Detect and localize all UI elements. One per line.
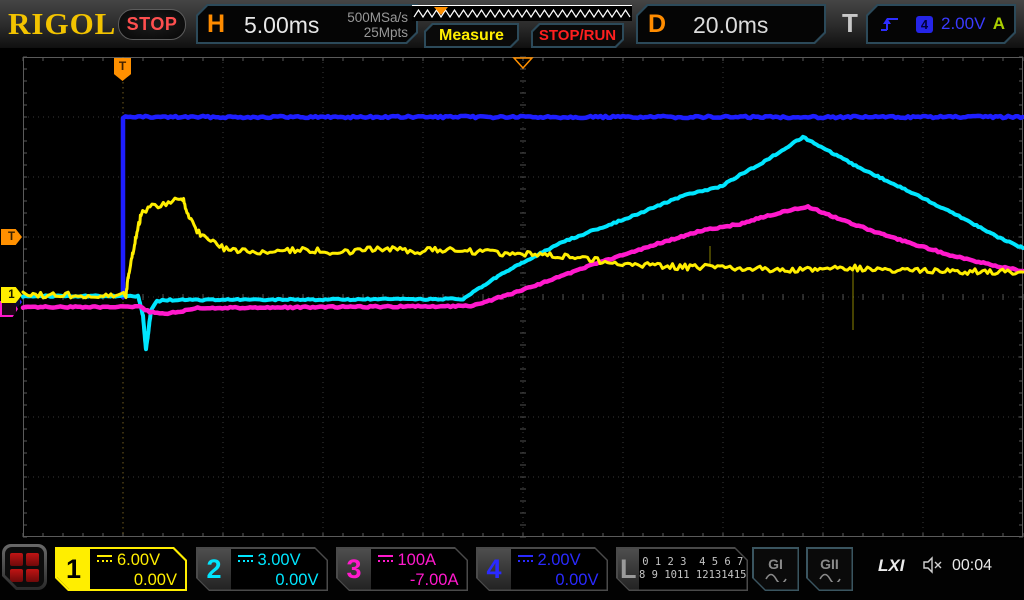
trigger-panel[interactable]: 4 2.00V A (866, 4, 1016, 44)
waveform-plot (0, 0, 1024, 600)
channel3-offset: -7.00A (378, 571, 459, 590)
trigger-level-value: 2.00V (941, 14, 985, 34)
logic-channels-row2: 8 9 1011 12131415 (639, 569, 746, 582)
dc-coupling-icon (378, 555, 393, 566)
channel2-box[interactable]: 2 3.00V 0.00V (196, 547, 328, 591)
horizontal-label: H (207, 10, 225, 39)
channel3-box[interactable]: 3 100A -7.00A (336, 547, 468, 591)
delay-panel[interactable]: D 20.0ms (636, 4, 826, 44)
generator1-button[interactable]: GI (752, 547, 799, 591)
channel3-scale: 100A (398, 551, 437, 570)
speaker-muted-icon[interactable] (922, 556, 944, 574)
sine-wave-icon (819, 572, 841, 582)
generator1-label: GI (768, 557, 783, 572)
oscilloscope-screen: T 1 T RIGOL STOP H 5.00ms 500MSa/s 25Mpt… (0, 0, 1024, 600)
channel1-offset: 0.00V (97, 571, 177, 590)
channel1-number: 1 (57, 549, 90, 589)
rigol-logo: RIGOL (8, 6, 116, 42)
trigger-label: T (842, 8, 858, 39)
sawtooth-icon (412, 6, 632, 21)
measure-button[interactable]: Measure (424, 23, 519, 48)
edge-trigger-icon (878, 14, 902, 34)
sample-rate: 500MSa/s (347, 10, 408, 25)
logic-label: L (618, 549, 640, 590)
generator2-label: GII (820, 557, 839, 572)
generator2-button[interactable]: GII (806, 547, 853, 591)
channel2-offset: 0.00V (238, 571, 319, 590)
channel4-scale: 2.00V (538, 551, 581, 570)
stop-run-button[interactable]: STOP/RUN (531, 23, 624, 48)
memory-position-indicator (412, 5, 632, 21)
trigger-position-marker[interactable]: T (114, 58, 131, 81)
clock: 00:04 (952, 557, 992, 575)
dc-coupling-icon (97, 555, 112, 566)
menu-button[interactable] (2, 544, 47, 590)
lxi-logo: LXI (878, 556, 904, 576)
acquisition-info: 500MSa/s 25Mpts (347, 10, 408, 40)
channel4-number: 4 (478, 549, 511, 590)
delay-value: 20.0ms (693, 12, 768, 39)
trigger-delay-marker (0, 0, 1024, 600)
dc-coupling-icon (518, 555, 533, 566)
menu-grid-icon (5, 547, 44, 587)
sine-wave-icon (765, 572, 787, 582)
channel4-box[interactable]: 4 2.00V 0.00V (476, 547, 608, 591)
timebase-value: 5.00ms (244, 12, 319, 39)
memory-depth: 25Mpts (347, 25, 408, 40)
channel2-number: 2 (198, 549, 231, 590)
delay-label: D (648, 10, 666, 39)
run-state-badge: STOP (118, 9, 186, 40)
channel2-scale: 3.00V (258, 551, 301, 570)
dc-coupling-icon (238, 555, 253, 566)
channel3-number: 3 (338, 549, 371, 590)
channel1-scale: 6.00V (117, 551, 160, 570)
channel4-offset: 0.00V (518, 571, 599, 590)
logic-channels-row1: 0 1 2 3 4 5 6 7 (642, 556, 743, 569)
logic-analyzer-box[interactable]: L 0 1 2 3 4 5 6 7 8 9 1011 12131415 (616, 547, 748, 591)
channel1-box[interactable]: 1 6.00V 0.00V (55, 547, 187, 591)
bottom-status-bar: 1 6.00V 0.00V 2 3.00V 0.00V 3 (0, 540, 1024, 600)
trigger-level-marker[interactable]: T (1, 229, 22, 245)
top-status-bar: RIGOL STOP H 5.00ms 500MSa/s 25Mpts Meas… (0, 0, 1024, 48)
trigger-sweep-mode: A (993, 14, 1005, 34)
trigger-source-badge: 4 (916, 16, 933, 33)
horizontal-panel[interactable]: H 5.00ms 500MSa/s 25Mpts (196, 4, 418, 44)
